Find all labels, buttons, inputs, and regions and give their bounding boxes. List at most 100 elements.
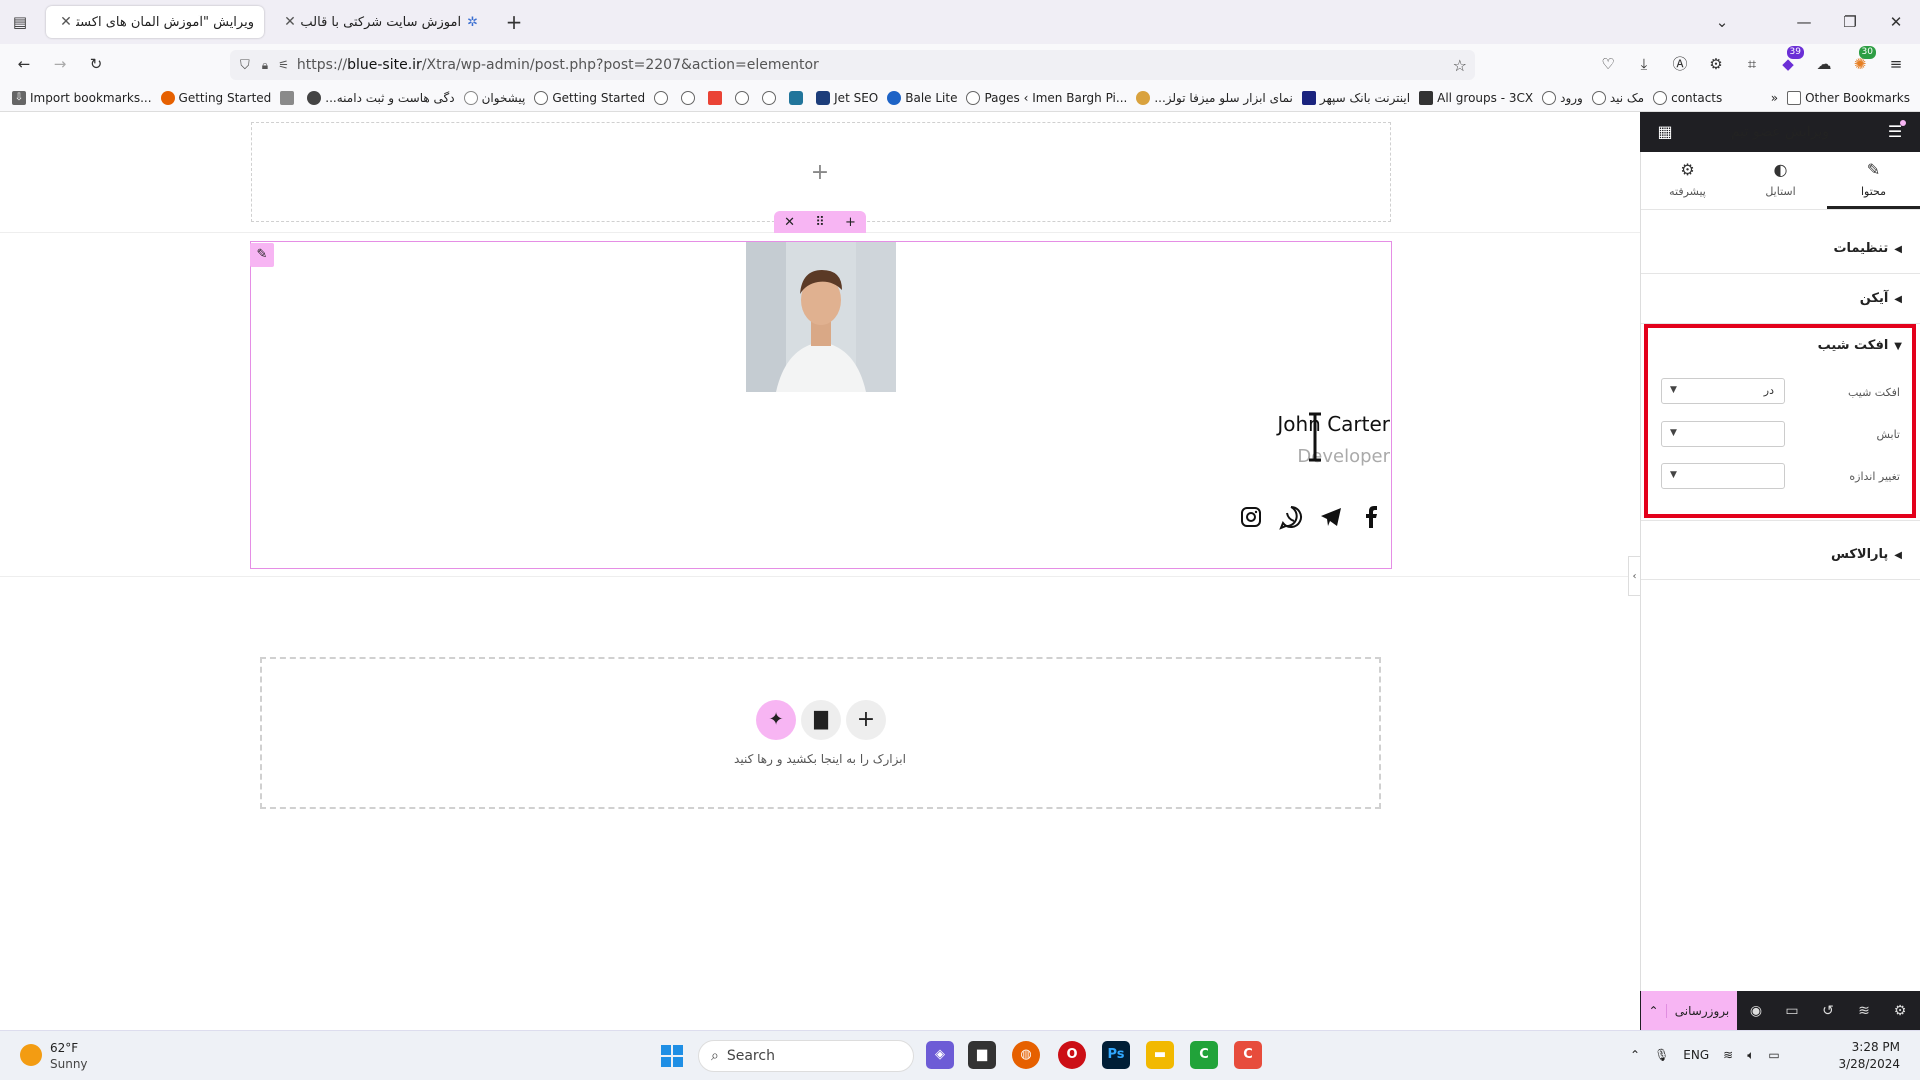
history-icon[interactable]: ↺ <box>1810 991 1846 1031</box>
publish-button[interactable]: ⌃ بروزرسانی <box>1641 991 1737 1031</box>
more-bookmarks-icon[interactable]: » <box>1771 91 1778 105</box>
close-window-icon[interactable]: ✕ <box>1880 6 1912 38</box>
pocket-icon[interactable]: ♡ <box>1592 48 1624 80</box>
preview-eye-icon[interactable]: ◉ <box>1738 991 1774 1031</box>
extension-badge-icon[interactable]: ◆ 39 <box>1772 46 1804 80</box>
bookmark-item[interactable]: All groups - 3CX <box>1419 90 1533 105</box>
bookmark-item[interactable] <box>789 90 807 105</box>
ai-sparkle-button[interactable]: ✦ <box>756 700 796 740</box>
extension-badge-icon[interactable]: ✺ 30 <box>1844 46 1876 80</box>
account-icon[interactable]: Ⓐ <box>1664 48 1696 80</box>
bookmark-item[interactable]: Getting Started <box>160 90 271 105</box>
task-view-icon[interactable]: ▆ <box>968 1041 996 1069</box>
minimize-icon[interactable]: — <box>1788 6 1820 38</box>
add-icon[interactable]: + <box>810 160 830 185</box>
battery-icon[interactable]: ▭ <box>1768 1048 1779 1062</box>
bookmark-item[interactable] <box>708 90 726 105</box>
whatsapp-icon[interactable] <box>1278 504 1304 530</box>
chevron-down-icon[interactable]: ⌄ <box>1706 6 1738 38</box>
tab-style[interactable]: ◐ استایل <box>1734 152 1827 209</box>
back-icon[interactable]: ← <box>8 48 40 80</box>
bookmark-item[interactable]: ⇩ Import bookmarks... <box>12 90 152 105</box>
new-tab-icon[interactable]: + <box>498 6 530 38</box>
camtasia-icon[interactable]: C <box>1190 1041 1218 1069</box>
section-settings[interactable]: ◀تنظیمات <box>1641 224 1920 274</box>
menu-icon[interactable]: ≡ <box>1880 48 1912 80</box>
add-section-button[interactable]: + <box>846 700 886 740</box>
instagram-icon[interactable] <box>1238 504 1264 530</box>
forward-icon[interactable]: → <box>44 48 76 80</box>
crop-icon[interactable]: ⌗ <box>1736 48 1768 80</box>
responsive-icon[interactable]: ▭ <box>1774 991 1810 1031</box>
tab-list-icon[interactable]: ▤ <box>4 6 36 38</box>
bookmark-star-icon[interactable]: ☆ <box>1453 56 1467 75</box>
telegram-icon[interactable] <box>1318 504 1344 530</box>
chevron-up-icon[interactable]: ⌃ <box>1641 1004 1667 1018</box>
bookmark-item[interactable] <box>280 90 298 105</box>
hamburger-menu-icon[interactable]: ☰ <box>1880 112 1910 152</box>
section-icon[interactable]: ◀آیکن <box>1641 274 1920 324</box>
sun-icon[interactable] <box>20 1044 42 1066</box>
lock-icon[interactable]: 🔒︎ <box>262 58 268 73</box>
clock[interactable]: 3:28 PM 3/28/2024 <box>1810 1039 1900 1073</box>
bookmark-item[interactable]: ...دگی هاست و ثبت دامنه <box>307 90 455 105</box>
tab-content[interactable]: ✎ محتوا <box>1827 152 1920 209</box>
bookmark-item[interactable] <box>762 90 780 105</box>
add-icon[interactable]: + <box>845 215 856 230</box>
firefox-icon[interactable]: ◍ <box>1012 1041 1040 1069</box>
bookmark-item[interactable]: Pages ‹ Imen Bargh Pi... <box>966 90 1127 105</box>
url-text[interactable]: https://blue-site.ir/Xtra/wp-admin/post.… <box>297 57 819 73</box>
copilot-icon[interactable]: ◈ <box>926 1041 954 1069</box>
bookmark-item[interactable]: contacts <box>1653 90 1722 105</box>
navigator-layers-icon[interactable]: ≋ <box>1846 991 1882 1031</box>
weather-temperature[interactable]: 62°F <box>50 1041 78 1055</box>
delete-icon[interactable]: ✕ <box>784 215 795 230</box>
file-explorer-icon[interactable]: ▬ <box>1146 1041 1174 1069</box>
permissions-icon[interactable]: ⚟ <box>278 58 289 72</box>
restore-icon[interactable]: ❐ <box>1834 6 1866 38</box>
tab-inactive[interactable]: ✕ آموزش سایت شرکتی با قالب اکس... ✲ <box>270 6 488 38</box>
bookmark-item[interactable] <box>681 90 699 105</box>
bookmark-item[interactable]: Bale Lite <box>887 90 957 105</box>
bookmark-item[interactable] <box>654 90 672 105</box>
taskbar-search[interactable]: ⌕ Search <box>698 1040 914 1072</box>
section-parallax[interactable]: ◀پارالاکس <box>1641 530 1920 580</box>
windows-start-icon[interactable] <box>660 1044 684 1068</box>
bookmark-item[interactable]: پیشخوان <box>463 90 525 105</box>
edit-pencil-icon[interactable]: ✎ <box>250 243 274 267</box>
member-name[interactable]: John Carter <box>1150 412 1390 436</box>
weather-description[interactable]: Sunny <box>50 1057 88 1071</box>
bookmark-item[interactable] <box>735 90 753 105</box>
chevron-up-icon[interactable]: ⌃ <box>1630 1048 1640 1062</box>
bookmark-item[interactable]: Getting Started <box>534 90 645 105</box>
microphone-icon[interactable]: 🎙︎ <box>1654 1048 1669 1062</box>
shield-icon[interactable]: ⛉ <box>240 58 250 73</box>
camtasia-recorder-icon[interactable]: C <box>1234 1041 1262 1069</box>
bookmark-item[interactable]: Jet SEO <box>816 90 878 105</box>
template-folder-button[interactable]: ▇ <box>801 700 841 740</box>
wifi-icon[interactable]: ≋ <box>1723 1048 1733 1062</box>
language-indicator[interactable]: ENG <box>1683 1048 1709 1062</box>
other-bookmarks[interactable]: Other Bookmarks <box>1787 90 1910 105</box>
widgets-grid-icon[interactable]: ▦ <box>1650 112 1680 152</box>
collapse-panel-icon[interactable]: ‹ <box>1628 556 1640 596</box>
volume-icon[interactable]: 🔈︎ <box>1747 1048 1754 1063</box>
close-icon[interactable]: ✕ <box>280 14 300 30</box>
tab-active[interactable]: ✕ ویرایش "آموزش المان های اکسترا – ... <box>46 6 264 38</box>
download-icon[interactable]: ⤓ <box>1628 48 1660 80</box>
widget-handle[interactable]: ✕ ⠿ + <box>774 211 866 233</box>
reload-icon[interactable]: ↻ <box>80 48 112 80</box>
opera-icon[interactable]: O <box>1058 1041 1086 1069</box>
photoshop-icon[interactable]: Ps <box>1102 1041 1130 1069</box>
bookmark-item[interactable]: مک نید <box>1591 90 1644 105</box>
address-bar[interactable]: ⛉ 🔒︎ ⚟ https://blue-site.ir/Xtra/wp-admi… <box>230 50 1475 80</box>
cloud-icon[interactable]: ☁ <box>1808 48 1840 80</box>
close-icon[interactable]: ✕ <box>56 14 76 30</box>
bookmark-item[interactable]: ...نمای ابزار سلو میزفا تولز <box>1136 90 1293 105</box>
extensions-icon[interactable]: ⚙ <box>1700 48 1732 80</box>
settings-gear-icon[interactable]: ⚙ <box>1882 991 1918 1031</box>
tab-advanced[interactable]: ⚙ پیشرفته <box>1641 152 1734 209</box>
facebook-icon[interactable] <box>1358 504 1384 530</box>
bookmark-item[interactable]: اینترنت بانک سپهر <box>1301 90 1410 105</box>
bookmark-item[interactable]: ورود <box>1542 90 1583 105</box>
